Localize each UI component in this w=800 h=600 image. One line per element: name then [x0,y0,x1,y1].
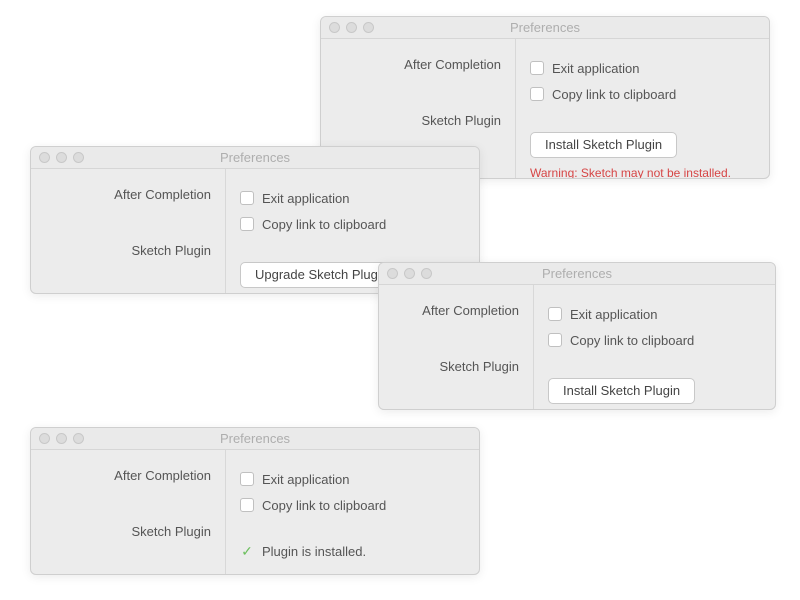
traffic-lights [31,433,84,444]
close-icon[interactable] [329,22,340,33]
plugin-installed-text: Plugin is installed. [262,544,366,559]
close-icon[interactable] [39,433,50,444]
window-titlebar[interactable]: Preferences [321,17,769,39]
zoom-icon[interactable] [73,433,84,444]
traffic-lights [31,152,84,163]
copy-link-label: Copy link to clipboard [262,217,386,232]
label-sketch-plugin: Sketch Plugin [321,103,515,149]
exit-application-checkbox[interactable] [240,472,254,486]
checkmark-icon: ✓ [240,543,254,560]
install-sketch-plugin-button[interactable]: Install Sketch Plugin [530,132,677,158]
copy-link-row: Copy link to clipboard [240,494,479,516]
exit-application-row: Exit application [530,57,769,79]
window-content: After Completion Sketch Plugin Exit appl… [379,285,775,410]
labels-column: After Completion Sketch Plugin [31,450,226,575]
exit-application-row: Exit application [548,303,775,325]
copy-link-row: Copy link to clipboard [530,83,769,105]
window-titlebar[interactable]: Preferences [31,428,479,450]
copy-link-checkbox[interactable] [530,87,544,101]
label-after-completion: After Completion [379,303,533,349]
traffic-lights [379,268,432,279]
window-title: Preferences [31,431,479,446]
exit-application-checkbox[interactable] [240,191,254,205]
window-title: Preferences [321,20,769,35]
close-icon[interactable] [39,152,50,163]
window-title: Preferences [379,266,775,281]
exit-application-label: Exit application [262,472,349,487]
exit-application-label: Exit application [262,191,349,206]
minimize-icon[interactable] [404,268,415,279]
copy-link-checkbox[interactable] [240,217,254,231]
zoom-icon[interactable] [421,268,432,279]
plugin-installed-row: ✓ Plugin is installed. [240,543,479,560]
exit-application-label: Exit application [552,61,639,76]
labels-column: After Completion Sketch Plugin [379,285,534,410]
exit-application-row: Exit application [240,187,479,209]
label-sketch-plugin: Sketch Plugin [31,233,225,279]
copy-link-label: Copy link to clipboard [552,87,676,102]
window-titlebar[interactable]: Preferences [31,147,479,169]
copy-link-label: Copy link to clipboard [262,498,386,513]
preferences-window-installed: Preferences After Completion Sketch Plug… [30,427,480,575]
sketch-warning-text: Warning: Sketch may not be installed. [530,166,769,179]
minimize-icon[interactable] [56,152,67,163]
copy-link-checkbox[interactable] [548,333,562,347]
minimize-icon[interactable] [346,22,357,33]
label-sketch-plugin: Sketch Plugin [31,514,225,560]
close-icon[interactable] [387,268,398,279]
copy-link-row: Copy link to clipboard [240,213,479,235]
controls-column: Exit application Copy link to clipboard … [226,450,479,575]
copy-link-label: Copy link to clipboard [570,333,694,348]
label-after-completion: After Completion [321,57,515,103]
window-titlebar[interactable]: Preferences [379,263,775,285]
copy-link-checkbox[interactable] [240,498,254,512]
copy-link-row: Copy link to clipboard [548,329,775,351]
controls-column: Exit application Copy link to clipboard … [534,285,775,410]
label-after-completion: After Completion [31,187,225,233]
zoom-icon[interactable] [73,152,84,163]
preferences-window-install: Preferences After Completion Sketch Plug… [378,262,776,410]
labels-column: After Completion Sketch Plugin [31,169,226,294]
window-title: Preferences [31,150,479,165]
label-after-completion: After Completion [31,468,225,514]
exit-application-checkbox[interactable] [530,61,544,75]
controls-column: Exit application Copy link to clipboard … [516,39,769,179]
exit-application-row: Exit application [240,468,479,490]
exit-application-label: Exit application [570,307,657,322]
install-sketch-plugin-button[interactable]: Install Sketch Plugin [548,378,695,404]
window-content: After Completion Sketch Plugin Exit appl… [31,450,479,575]
traffic-lights [321,22,374,33]
minimize-icon[interactable] [56,433,67,444]
label-sketch-plugin: Sketch Plugin [379,349,533,395]
zoom-icon[interactable] [363,22,374,33]
exit-application-checkbox[interactable] [548,307,562,321]
